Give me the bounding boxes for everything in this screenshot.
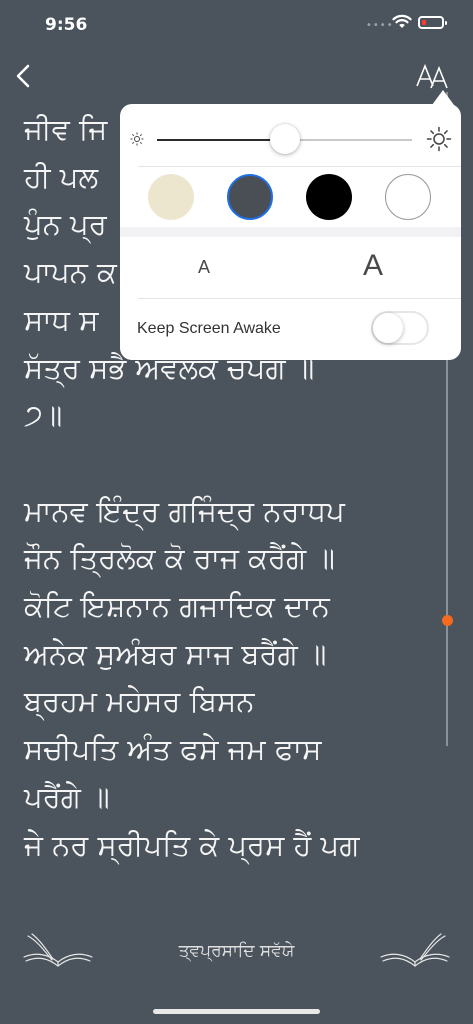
status-bar: 9:56 ••••: [0, 0, 473, 52]
next-bani-book-icon[interactable]: [379, 930, 451, 972]
popover-caret: [432, 90, 454, 105]
toggle-knob: [373, 313, 403, 343]
theme-sepia-button[interactable]: [148, 174, 194, 220]
reading-progress-thumb[interactable]: [442, 615, 453, 626]
signal-dots-icon: ••••: [366, 20, 394, 31]
sun-large-icon: [426, 126, 452, 152]
brightness-row: [120, 104, 461, 166]
divider: [138, 166, 461, 167]
status-time: 9:56: [45, 15, 88, 35]
increase-font-button[interactable]: A: [363, 249, 383, 283]
theme-black-button[interactable]: [306, 174, 352, 220]
theme-dark-button[interactable]: [227, 174, 273, 220]
brightness-slider-knob[interactable]: [270, 124, 300, 154]
text-size-icon[interactable]: [413, 60, 453, 94]
decrease-font-button[interactable]: A: [198, 257, 210, 278]
settings-popover: A A Keep Screen Awake: [120, 104, 461, 360]
footer-bar: ਤ੍ਵਪ੍ਰਸਾਦਿ ਸਵੱਯੇ: [0, 896, 473, 982]
divider: [138, 298, 461, 299]
theme-white-button[interactable]: [385, 174, 431, 220]
battery-icon: [418, 16, 447, 29]
home-indicator[interactable]: [153, 1009, 320, 1014]
brightness-slider-fill: [157, 139, 285, 141]
section-gap: [120, 227, 461, 237]
sun-small-icon: [130, 132, 144, 146]
chevron-left-icon[interactable]: [10, 60, 40, 94]
wifi-icon: [392, 14, 412, 28]
keep-awake-label: Keep Screen Awake: [137, 320, 281, 337]
keep-awake-toggle[interactable]: [371, 311, 429, 345]
